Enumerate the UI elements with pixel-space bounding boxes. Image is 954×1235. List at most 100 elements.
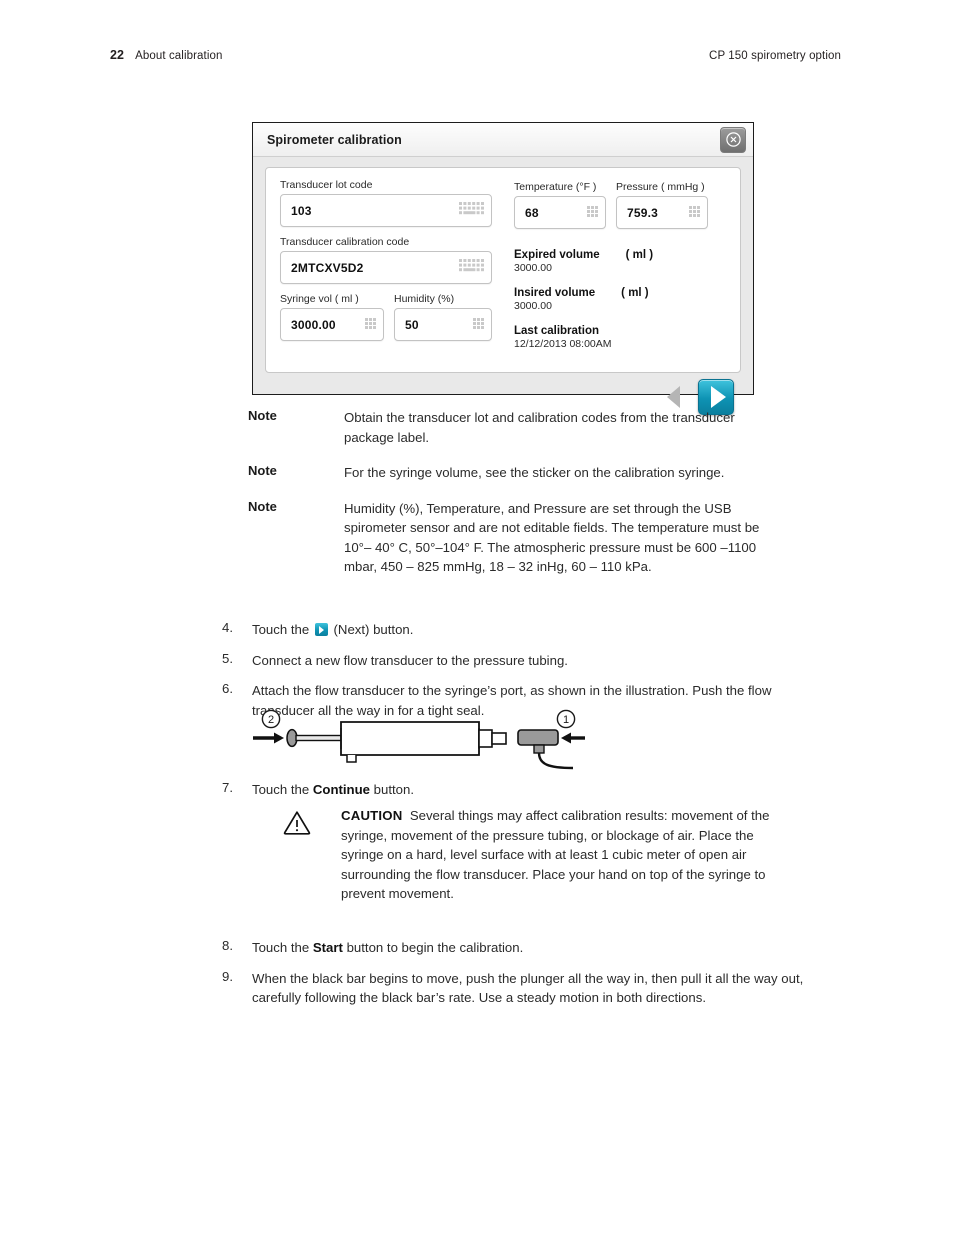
step8-text-before: Touch the: [252, 940, 313, 955]
dialog-titlebar: Spirometer calibration: [253, 123, 753, 157]
humidity-label: Humidity (%): [394, 293, 455, 305]
step-number: 8.: [222, 938, 233, 953]
keyboard-icon[interactable]: [459, 258, 484, 277]
note-label: Note: [248, 463, 277, 478]
page-header: 22 About calibration CP 150 spirometry o…: [110, 48, 841, 62]
steps-list-lower: 8. Touch the Start button to begin the c…: [222, 938, 822, 1019]
step4-text-before: Touch the: [252, 622, 313, 637]
step7-bold: Continue: [312, 782, 370, 797]
step-text: Touch the Continue button.: [252, 780, 414, 800]
note-text: Humidity (%), Temperature, and Pressure …: [344, 500, 760, 575]
expired-volume-value: 3000.00: [514, 262, 552, 274]
temperature-input[interactable]: 68: [514, 196, 606, 229]
note-label: Note: [248, 498, 277, 514]
humidity-value: 50: [405, 317, 419, 332]
form-left-column: Transducer lot code 103 Transducer calib…: [280, 179, 492, 372]
step-item-7: 7. Touch the Continue button.: [222, 780, 822, 800]
step-text: Touch the (Next) button.: [252, 620, 413, 640]
keypad-icon[interactable]: [473, 316, 484, 334]
inspired-volume-label: Insired volume: [514, 287, 596, 299]
step-number: 7.: [222, 780, 233, 795]
dialog-body: Transducer lot code 103 Transducer calib…: [253, 157, 753, 421]
page-number: 22: [110, 48, 125, 62]
step-item-4: 4. Touch the (Next) button.: [222, 620, 822, 640]
step-number: 4.: [222, 620, 233, 635]
step-item-5: 5. Connect a new flow transducer to the …: [222, 651, 822, 671]
header-section: About calibration: [135, 50, 223, 62]
field-syringe-volume: Syringe vol ( ml ) 3000.00: [280, 293, 384, 341]
caution-label: CAUTION: [341, 808, 403, 823]
field-pressure: Pressure ( mmHg ) 759.3: [616, 181, 708, 229]
calibration-code-label: Transducer calibration code: [280, 236, 410, 248]
step-item-8: 8. Touch the Start button to begin the c…: [222, 938, 822, 958]
step-text: Connect a new flow transducer to the pre…: [252, 652, 568, 668]
readout-last-calibration: Last calibration 12/12/2013 08:00AM: [514, 325, 726, 350]
temperature-label: Temperature: [514, 181, 573, 193]
readout-inspired-volume: Insired volume ( ml ) 3000.00: [514, 287, 726, 312]
pressure-unit: ( mmHg ): [660, 181, 705, 193]
syringe-vol-value: 3000.00: [291, 317, 336, 332]
note-label: Note: [248, 408, 277, 423]
note-item: Note For the syringe volume, see the sti…: [248, 463, 768, 483]
inspired-volume-value: 3000.00: [514, 300, 552, 312]
step7-text-after: button.: [370, 782, 414, 797]
expired-volume-unit: ( ml ): [625, 249, 654, 261]
note-text: Obtain the transducer lot and calibratio…: [344, 410, 735, 445]
field-transducer-calibration-code: Transducer calibration code 2MTCXV5D2: [280, 236, 492, 284]
note-item: Note Humidity (%), Temperature, and Pres…: [248, 499, 768, 577]
close-circle-icon[interactable]: [720, 126, 746, 153]
triangle-left-icon[interactable]: [667, 386, 680, 408]
inspired-volume-unit: ( ml ): [621, 287, 649, 299]
field-temperature: Temperature (°F ) 68: [514, 181, 606, 229]
lot-code-value: 103: [291, 203, 312, 218]
keypad-icon[interactable]: [689, 204, 700, 222]
expired-volume-label: Expired volume: [514, 249, 600, 261]
step4-text-after: (Next) button.: [329, 622, 414, 637]
spirometer-calibration-dialog: Spirometer calibration Transducer lot co…: [252, 122, 754, 415]
syringe-illustration: 2 1: [248, 708, 588, 776]
temp-pressure-row: Temperature (°F ) 68 Pressure (mmHg) 7…: [514, 181, 726, 229]
calibration-form-panel: Transducer lot code 103 Transducer calib…: [265, 167, 741, 373]
caution-body: Several things may affect calibration re…: [341, 808, 770, 901]
notes-section: Note Obtain the transducer lot and calib…: [248, 408, 768, 593]
pressure-label: Pressure: [616, 181, 659, 193]
triangle-right-icon: [710, 386, 726, 408]
syringe-humidity-row: Syringe vol ( ml ) 3000.00 Humidity (%) …: [280, 293, 492, 341]
header-left: 22 About calibration: [110, 48, 222, 62]
caution-block: CAUTION Several things may affect calibr…: [283, 806, 773, 904]
form-right-column: Temperature (°F ) 68 Pressure (mmHg) 7…: [492, 179, 726, 372]
caution-text: CAUTION Several things may affect calibr…: [341, 806, 773, 904]
lot-code-input[interactable]: 103: [280, 194, 492, 227]
readout-expired-volume: Expired volume ( ml ) 3000.00: [514, 249, 726, 274]
dialog-title: Spirometer calibration: [267, 132, 402, 147]
warning-triangle-icon: [283, 806, 341, 904]
syringe-vol-input[interactable]: 3000.00: [280, 308, 384, 341]
callout-2-label: 2: [268, 714, 274, 726]
note-text: For the syringe volume, see the sticker …: [344, 465, 725, 480]
header-document-title: CP 150 spirometry option: [709, 50, 841, 62]
note-item: Note Obtain the transducer lot and calib…: [248, 408, 768, 447]
flow-transducer: [517, 729, 559, 746]
keypad-icon[interactable]: [365, 316, 376, 334]
keyboard-icon[interactable]: [459, 201, 484, 220]
step-item-9: 9. When the black bar begins to move, pu…: [222, 969, 822, 1008]
pressure-input[interactable]: 759.3: [616, 196, 708, 229]
step-number: 5.: [222, 650, 233, 666]
step8-text-after: button to begin the calibration.: [342, 940, 524, 955]
step-text: When the black bar begins to move, push …: [252, 970, 804, 1006]
last-calibration-value: 12/12/2013 08:00AM: [514, 338, 612, 350]
calibration-code-input[interactable]: 2MTCXV5D2: [280, 251, 492, 284]
step7-text-before: Touch the: [252, 782, 313, 797]
keypad-icon[interactable]: [587, 204, 598, 222]
syringe-vol-label: Syringe vol ( ml ): [280, 293, 359, 305]
field-transducer-lot-code: Transducer lot code 103: [280, 179, 492, 227]
temperature-unit: (°F ): [575, 181, 597, 193]
pressure-value: 759.3: [627, 205, 659, 220]
temperature-value: 68: [525, 205, 539, 220]
last-calibration-label: Last calibration: [514, 325, 599, 337]
callout-1-label: 1: [563, 714, 569, 726]
calibration-code-value: 2MTCXV5D2: [291, 260, 364, 275]
step-text: Touch the Start button to begin the cali…: [252, 938, 523, 958]
humidity-input[interactable]: 50: [394, 308, 492, 341]
step-number: 9.: [222, 968, 233, 984]
